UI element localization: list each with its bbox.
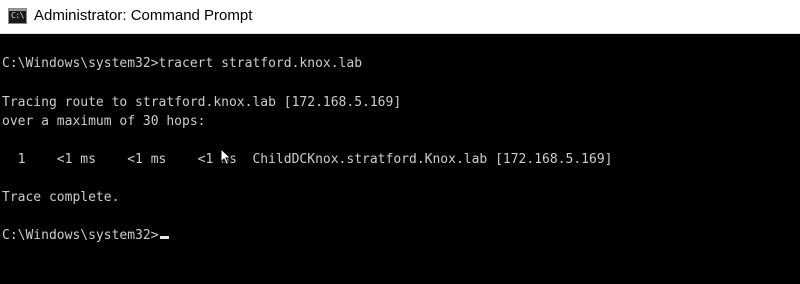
command-prompt-window: C:\ Administrator: Command Prompt C:\Win… xyxy=(0,0,800,284)
cmd-icon-glyph: C:\ xyxy=(11,11,24,20)
output-line-trace-complete: Trace complete. xyxy=(2,190,120,205)
prompt-line[interactable]: C:\Windows\system32> xyxy=(2,228,169,244)
output-line-hop-1: 1 <1 ms <1 ms <1 ms ChildDCKnox.stratfor… xyxy=(2,152,613,167)
cmd-icon[interactable]: C:\ xyxy=(8,8,27,24)
text-cursor xyxy=(159,236,169,239)
mouse-pointer-icon xyxy=(220,148,232,166)
output-line-max-hops: over a maximum of 30 hops: xyxy=(2,114,206,129)
prompt-text: C:\Windows\system32> xyxy=(2,228,159,243)
title-bar[interactable]: C:\ Administrator: Command Prompt xyxy=(0,0,800,34)
command-line-tracert: C:\Windows\system32>tracert stratford.kn… xyxy=(2,56,363,71)
window-title: Administrator: Command Prompt xyxy=(34,7,253,24)
output-line-tracing-route: Tracing route to stratford.knox.lab [172… xyxy=(2,95,402,110)
console-output[interactable]: C:\Windows\system32>tracert stratford.kn… xyxy=(0,34,800,284)
